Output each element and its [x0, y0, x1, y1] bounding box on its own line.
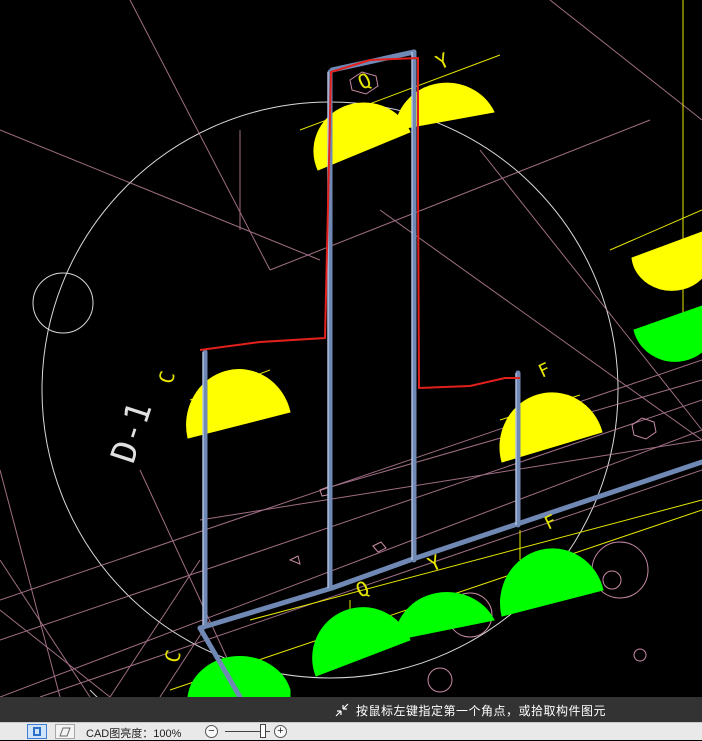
- layer-button[interactable]: [55, 724, 75, 739]
- command-prompt-text: 按鼠标左键指定第一个角点，或拾取构件图元: [356, 704, 607, 718]
- drawing-canvas[interactable]: Q Y C F Q Y F C D-1: [0, 0, 702, 697]
- status-bar: CAD图亮度：100% − +: [0, 722, 702, 740]
- command-prompt-bar: 按鼠标左键指定第一个角点，或拾取构件图元: [0, 697, 702, 722]
- zoom-out-icon[interactable]: −: [205, 725, 218, 738]
- pick-corner-icon: [335, 703, 349, 717]
- select-mode-icon: [33, 727, 41, 736]
- layer-icon: [59, 727, 71, 737]
- cad-viewport[interactable]: Q Y C F Q Y F C D-1: [0, 0, 702, 697]
- zoom-in-icon[interactable]: +: [274, 725, 287, 738]
- brightness-slider-thumb[interactable]: [260, 724, 266, 738]
- select-mode-button[interactable]: [27, 724, 47, 739]
